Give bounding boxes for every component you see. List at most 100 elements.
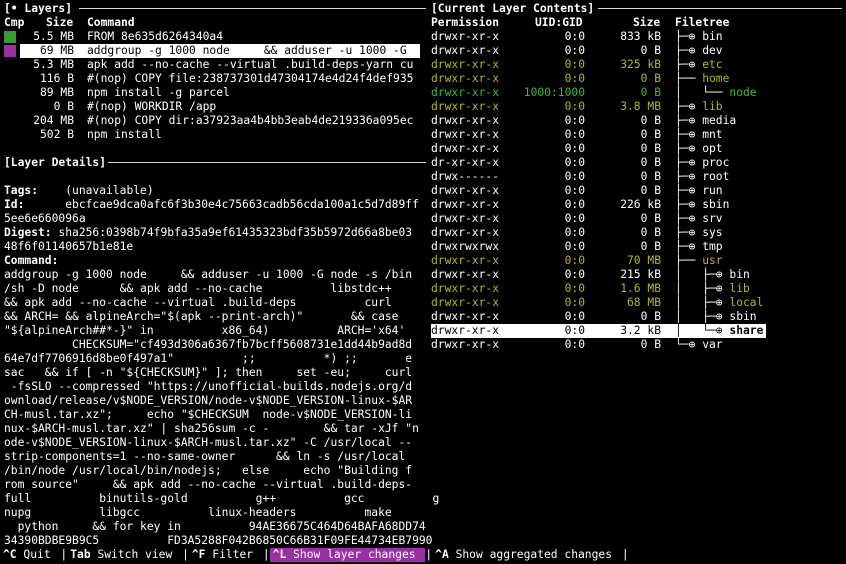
file-tree-row[interactable]: drwxr-xr-x 0:0 0 B ├─⊕ dev — [431, 44, 842, 58]
file-tree-branch: ├─⊕ — [675, 240, 703, 253]
layer-command: addgroup -g 1000 node && adduser -u 1000… — [87, 44, 407, 57]
file-tree-row[interactable]: drwxr-xr-x 0:0 3.8 MB ├─⊕ lib — [431, 100, 842, 114]
file-tree-branch: ├─⊕ — [675, 58, 703, 71]
file-permission: drwx------ — [431, 170, 500, 183]
contents-title-rule — [598, 8, 842, 9]
keybinding-filter[interactable]: ^F Filter — [189, 548, 263, 562]
file-tree-row[interactable]: drwxr-xr-x 1000:1000 0 B │ └── node — [431, 86, 842, 100]
layer-size: 0 B — [53, 100, 74, 113]
file-tree-row[interactable]: dr-xr-xr-x 0:0 0 B ├─⊕ proc — [431, 156, 842, 170]
file-name: lib — [702, 100, 723, 113]
file-permission: dr-xr-xr-x — [431, 156, 500, 169]
file-size: 0 B — [640, 184, 661, 197]
tags-label: Tags: — [4, 184, 39, 197]
file-tree-row[interactable]: drwxr-xr-x 0:0 226 kB ├─⊕ sbin — [431, 198, 842, 212]
file-permission: drwxr-xr-x — [431, 30, 500, 43]
file-tree-row[interactable]: drwxr-xr-x 0:0 1.6 MB │ ├─⊕ lib — [431, 282, 842, 296]
layer-row[interactable]: 0 B #(nop) WORKDIR /app — [20, 100, 420, 114]
file-tree-branch: ├─⊕ — [675, 44, 703, 57]
file-tree-row[interactable]: drwxr-xr-x 0:0 0 B ├─⊕ opt — [431, 142, 842, 156]
file-tree-row[interactable]: drwxr-xr-x 0:0 70 MB ├── usr — [431, 254, 842, 268]
file-tree-row[interactable]: drwxr-xr-x 0:0 0 B ├─⊕ sys — [431, 226, 842, 240]
file-name: opt — [702, 142, 723, 155]
keybinding-quit[interactable]: ^C Quit — [0, 548, 60, 562]
layer-command: #(nop) COPY file:238737301d47304174e4d24… — [87, 72, 414, 85]
file-tree-branch: ├─⊕ — [675, 128, 703, 141]
file-tree-row[interactable]: drwxr-xr-x 0:0 0 B ├─⊕ srv — [431, 212, 842, 226]
command-line: ownload/release/v$NODE_VERSION/node-v$NO… — [4, 394, 413, 407]
file-uidgid: 0:0 — [564, 226, 585, 239]
file-permission: drwxr-xr-x — [431, 254, 500, 267]
file-permission: drwxr-xr-x — [431, 86, 500, 99]
file-tree-branch: ├─⊕ — [675, 198, 703, 211]
file-size: 0 B — [640, 156, 661, 169]
command-line: rom source" && apk add --no-cache --virt… — [4, 478, 413, 491]
file-name: root — [702, 170, 730, 183]
file-name: bin — [729, 268, 750, 281]
file-size: 1.6 MB — [620, 282, 661, 295]
command-line: sac && if [ -n "${CHECKSUM}" ]; then set… — [4, 366, 413, 379]
id-label: Id: — [4, 198, 25, 211]
file-size: 3.2 kB — [620, 324, 661, 337]
file-uidgid: 0:0 — [564, 282, 585, 295]
file-name: mnt — [702, 128, 723, 141]
command-line: addgroup -g 1000 node && adduser -u 1000… — [4, 268, 413, 281]
contents-panel-title[interactable]: [Current Layer Contents] — [431, 2, 594, 16]
file-tree-row[interactable]: drwx------ 0:0 0 B ├─⊕ root — [431, 170, 842, 184]
file-permission: drwxr-xr-x — [431, 44, 500, 57]
file-name: var — [702, 338, 723, 351]
file-name: srv — [702, 212, 723, 225]
file-name: run — [702, 184, 723, 197]
file-tree-row[interactable]: drwxr-xr-x 0:0 0 B ├── home — [431, 72, 842, 86]
file-tree-branch: ├─⊕ — [675, 226, 703, 239]
key-label: ^L — [272, 548, 287, 561]
keybinding-show-aggregated-changes[interactable]: ^A Show aggregated changes — [432, 548, 622, 562]
layer-row[interactable]: 5.3 MB apk add --no-cache --virtual .buil… — [20, 58, 420, 72]
file-name: tmp — [702, 240, 723, 253]
layer-row[interactable]: 502 B npm install — [20, 128, 420, 142]
file-permission: drwxr-xr-x — [431, 58, 500, 71]
file-permission: drwxr-xr-x — [431, 296, 500, 309]
file-tree-row[interactable]: drwxr-xr-x 0:0 0 B ├─⊕ media — [431, 114, 842, 128]
layer-row[interactable]: 116 B #(nop) COPY file:238737301d47304174… — [20, 72, 420, 86]
file-tree-row[interactable]: drwxr-xr-x 0:0 0 B │ ├─⊕ sbin — [431, 310, 842, 324]
file-tree-row[interactable]: drwxr-xr-x 0:0 215 kB │ ├─⊕ bin — [431, 268, 842, 282]
keybinding-switch-view[interactable]: Tab Switch view — [67, 548, 182, 562]
file-permission: drwxr-xr-x — [431, 282, 500, 295]
file-tree-row[interactable]: drwxr-xr-x 0:0 68 MB │ ├─⊕ local — [431, 296, 842, 310]
layer-size: 502 B — [39, 128, 74, 141]
file-tree-row[interactable]: drwxr-xr-x 0:0 0 B ├─⊕ mnt — [431, 128, 842, 142]
layer-row[interactable]: 89 MB npm install -g parcel — [20, 86, 420, 100]
layers-panel-title[interactable]: [• Layers] — [4, 2, 72, 16]
file-size: 0 B — [640, 86, 661, 99]
file-size: 0 B — [640, 226, 661, 239]
file-uidgid: 0:0 — [564, 128, 585, 141]
layer-row[interactable]: 5.5 MB FROM 8e635d6264340a4 — [20, 30, 420, 44]
file-permission: drwxr-xr-x — [431, 338, 500, 351]
file-tree-row[interactable]: drwxr-xr-x 0:0 3.2 kB │ └─⊕ share — [431, 324, 766, 338]
file-name: bin — [702, 30, 723, 43]
command-line: nux-$ARCH-musl.tar.xz" | sha256sum -c - … — [4, 422, 419, 435]
file-tree-row[interactable]: drwxr-xr-x 0:0 325 kB ├─⊕ etc — [431, 58, 842, 72]
command-line: CH-musl.tar.xz"; echo "$CHECKSUM node-v$… — [4, 408, 413, 421]
file-tree-row[interactable]: drwxrwxrwx 0:0 0 B ├─⊕ tmp — [431, 240, 842, 254]
keybinding-show-layer-changes[interactable]: ^L Show layer changes — [269, 548, 426, 562]
file-permission: drwxr-xr-x — [431, 72, 500, 85]
file-permission: drwxr-xr-x — [431, 142, 500, 155]
key-label: ^C — [3, 548, 17, 561]
id-value-1: ebcfcae9dca0afc6f3b30e4c75663cadb56cda10… — [65, 198, 419, 211]
layer-row[interactable]: 204 MB #(nop) COPY dir:a37923aa4b4bb3eab4… — [20, 114, 420, 128]
layer-row[interactable]: 69 MB addgroup -g 1000 node && adduser -u… — [20, 44, 420, 58]
file-permission: drwxr-xr-x — [431, 212, 500, 225]
key-action: Switch view — [90, 548, 180, 561]
file-tree-row[interactable]: drwxr-xr-x 0:0 0 B └─⊕ var — [431, 338, 842, 352]
file-size: 3.8 MB — [620, 100, 661, 113]
contents-header-filetree: Filetree — [675, 16, 730, 29]
layer-size: 5.3 MB — [33, 58, 74, 71]
file-tree-row[interactable]: drwxr-xr-x 0:0 833 kB ├─⊕ bin — [431, 30, 842, 44]
file-tree-branch: └─⊕ — [675, 338, 703, 351]
file-tree-branch: │ └─⊕ — [675, 324, 730, 337]
file-size: 0 B — [640, 338, 661, 351]
file-tree-row[interactable]: drwxr-xr-x 0:0 0 B ├─⊕ run — [431, 184, 842, 198]
key-label: ^A — [435, 548, 449, 561]
